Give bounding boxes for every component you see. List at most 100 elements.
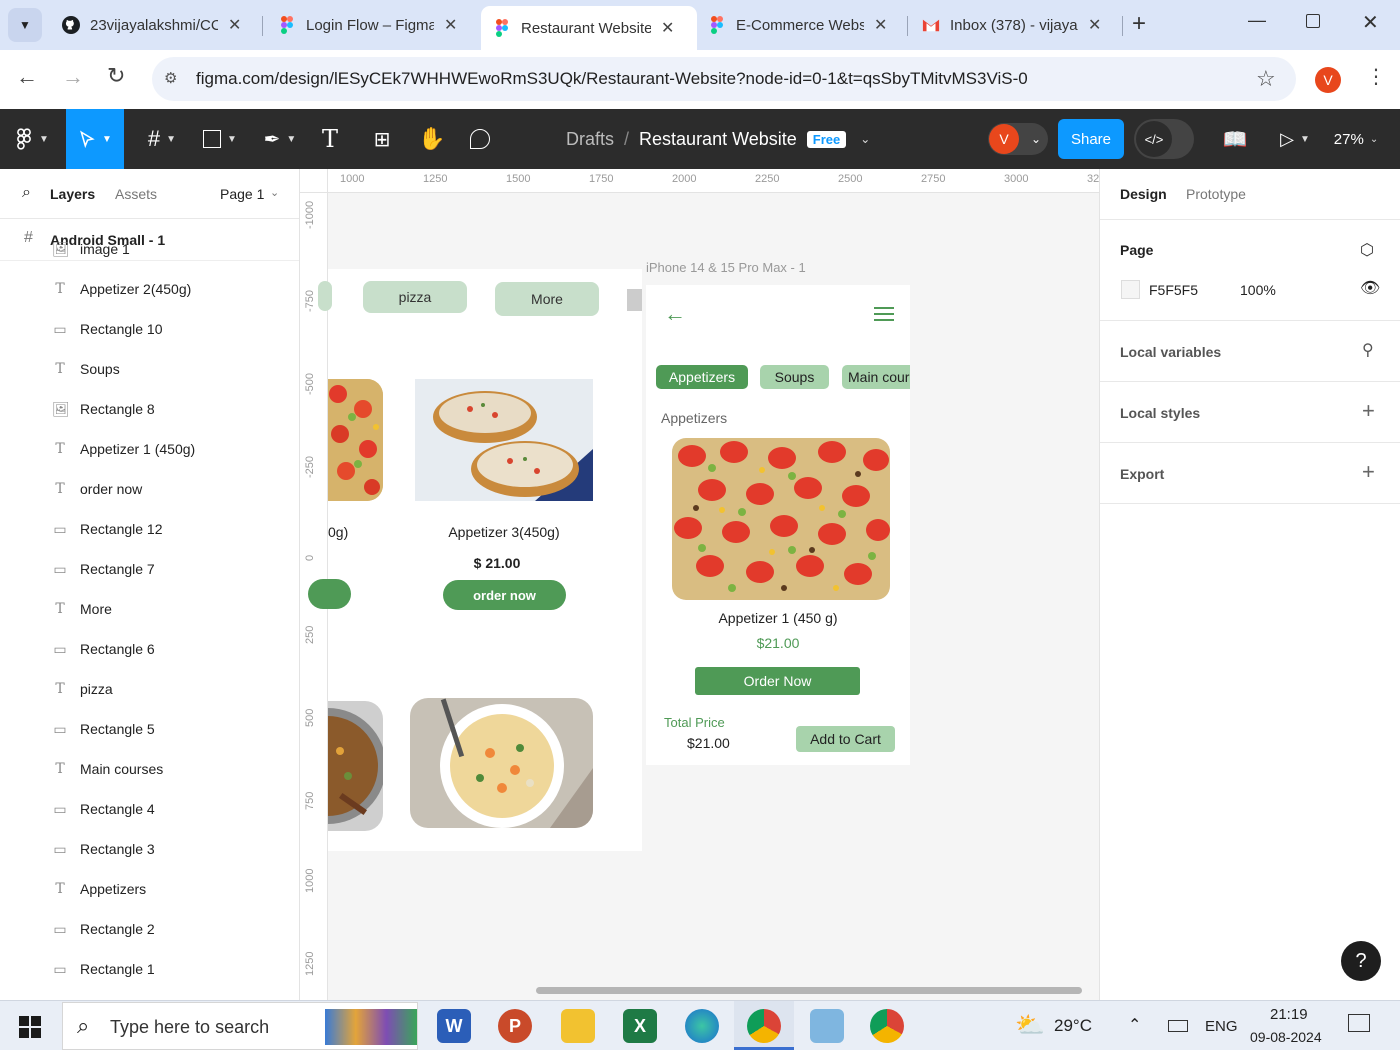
layer-row[interactable]: ▭ Rectangle 2 xyxy=(0,909,299,949)
avatar-chevron-icon[interactable]: ⌄ xyxy=(1031,132,1041,146)
layer-row[interactable]: T Soups xyxy=(0,349,299,389)
text-tool-button[interactable]: T xyxy=(312,109,348,169)
add-to-cart-button[interactable]: Add to Cart xyxy=(796,726,895,752)
category-chip-partial[interactable] xyxy=(318,281,332,311)
close-tab-icon[interactable]: ✕ xyxy=(874,15,887,35)
clock-time[interactable]: 21:19 xyxy=(1270,1006,1308,1023)
close-tab-icon[interactable]: ✕ xyxy=(1088,15,1101,35)
layer-row[interactable]: 🖼 Rectangle 8 xyxy=(0,389,299,429)
help-button[interactable]: ? xyxy=(1341,941,1381,981)
page-selector[interactable]: Page 1 xyxy=(220,186,264,202)
layer-row[interactable]: ▭ Rectangle 12 xyxy=(0,509,299,549)
page-opacity[interactable]: 100% xyxy=(1240,282,1276,298)
search-icon[interactable]: ⌕ xyxy=(22,184,31,202)
tab-ecommerce[interactable]: E-Commerce Website ✕ xyxy=(696,8,899,42)
tab-main-courses[interactable]: Main cour xyxy=(842,365,910,389)
profile-avatar[interactable]: V xyxy=(1315,67,1341,93)
local-variables-section[interactable]: Local variables ⚲ xyxy=(1100,321,1400,382)
file-explorer-icon[interactable] xyxy=(561,1009,595,1043)
file-menu-chevron-icon[interactable]: ⌄ xyxy=(860,132,870,146)
weather-icon[interactable]: ⛅ xyxy=(1015,1011,1045,1040)
edge-icon[interactable] xyxy=(685,1009,719,1043)
user-avatar[interactable]: V xyxy=(989,124,1019,154)
layer-row[interactable]: T Appetizer 1 (450g) xyxy=(0,429,299,469)
tab-restaurant-website[interactable]: Restaurant Website ✕ xyxy=(481,6,697,50)
order-now-button[interactable]: order now xyxy=(443,580,566,610)
tab-search-chevron-icon[interactable]: ▼ xyxy=(8,8,42,42)
restore-icon[interactable] xyxy=(1306,14,1320,28)
eye-icon[interactable]: 👁 xyxy=(1360,278,1380,298)
tab-prototype[interactable]: Prototype xyxy=(1186,186,1246,202)
forward-arrow-icon[interactable]: → xyxy=(62,64,84,90)
page-color-swatch[interactable] xyxy=(1121,280,1140,299)
tab-soups[interactable]: Soups xyxy=(760,365,829,389)
resources-button[interactable]: ⊞ xyxy=(364,109,400,169)
bookmark-star-icon[interactable]: ☆ xyxy=(1256,66,1276,92)
move-tool-button[interactable]: ▼ xyxy=(66,109,124,169)
zoom-menu[interactable]: 27% ⌄ xyxy=(1328,109,1384,169)
chrome-active-slot[interactable] xyxy=(734,1001,794,1050)
layer-row[interactable]: Torder now xyxy=(0,469,299,509)
export-section[interactable]: Export + xyxy=(1100,443,1400,504)
notifications-icon[interactable] xyxy=(1348,1014,1370,1032)
word-icon[interactable]: W xyxy=(437,1009,471,1043)
comment-tool-button[interactable] xyxy=(462,109,498,169)
tab-assets[interactable]: Assets xyxy=(115,186,157,202)
tab-github[interactable]: 23vijayalakshmi/CC ✕ xyxy=(50,8,253,42)
tab-appetizers[interactable]: Appetizers xyxy=(656,365,748,389)
file-name[interactable]: Restaurant Website xyxy=(639,129,797,150)
windows-start-icon[interactable] xyxy=(19,1016,41,1038)
local-styles-section[interactable]: Local styles + xyxy=(1100,382,1400,443)
category-chip-pizza[interactable]: pizza xyxy=(363,281,467,313)
battery-icon[interactable] xyxy=(1168,1020,1188,1032)
layer-row[interactable]: T Main courses xyxy=(0,749,299,789)
reload-icon[interactable]: ↻ xyxy=(107,63,125,89)
language-indicator[interactable]: ENG xyxy=(1205,1018,1238,1035)
layer-row[interactable]: T Appetizers xyxy=(0,869,299,909)
tab-layers[interactable]: Layers xyxy=(50,186,95,202)
order-now-button[interactable]: Order Now xyxy=(695,667,860,695)
clock-date[interactable]: 09-08-2024 xyxy=(1250,1029,1322,1045)
layer-row[interactable]: ▭ Rectangle 4 xyxy=(0,789,299,829)
add-export-plus-icon[interactable]: + xyxy=(1362,459,1375,485)
order-button-partial[interactable] xyxy=(308,579,351,609)
layer-row[interactable]: ▭ Rectangle 5 xyxy=(0,709,299,749)
hamburger-menu-icon[interactable] xyxy=(874,307,894,321)
present-button[interactable]: ▷ ▼ xyxy=(1272,109,1318,169)
chrome-profile-icon[interactable] xyxy=(870,1009,904,1043)
site-settings-icon[interactable]: ⚙ xyxy=(164,69,177,87)
layer-row[interactable]: T Appetizer 2(450g) xyxy=(0,269,299,309)
hand-tool-button[interactable]: ✋ xyxy=(414,109,450,169)
layer-row[interactable]: ▭ Rectangle 10 xyxy=(0,309,299,349)
close-tab-icon[interactable]: ✕ xyxy=(228,15,241,35)
close-window-icon[interactable]: ✕ xyxy=(1362,10,1379,35)
layer-row[interactable]: ▭ Rectangle 7 xyxy=(0,549,299,589)
tab-gmail[interactable]: Inbox (378) - vijaya ✕ xyxy=(910,8,1113,42)
iphone-frame[interactable]: ← Appetizers Soups Main cour Appetizers xyxy=(646,285,910,765)
frame-label[interactable]: iPhone 14 & 15 Pro Max - 1 xyxy=(646,260,806,275)
close-tab-icon[interactable]: ✕ xyxy=(661,18,674,38)
add-style-plus-icon[interactable]: + xyxy=(1362,398,1375,424)
back-arrow-icon[interactable]: ← xyxy=(664,301,686,327)
frame-tool-button[interactable]: # ▼ xyxy=(138,109,186,169)
page-chevron-icon[interactable]: ⌄ xyxy=(270,186,279,199)
design-canvas[interactable]: 1000 1250 1500 1750 2000 2250 2500 2750 3000 32 -… xyxy=(300,169,1099,1000)
back-arrow-icon[interactable]: ← xyxy=(16,64,38,90)
url-field[interactable]: ⚙ figma.com/design/lESyCEk7WHHWEwoRmS3UQ… xyxy=(152,57,1296,101)
weather-temp[interactable]: 29°C xyxy=(1054,1016,1092,1036)
android-frame[interactable]: pizza More 0g) Appetizer 3(450g) $ 21.00… xyxy=(308,269,642,851)
tab-login-flow[interactable]: Login Flow – Figma ✕ xyxy=(266,8,469,42)
share-button[interactable]: Share xyxy=(1058,119,1124,159)
layer-row[interactable]: Tpizza xyxy=(0,669,299,709)
pen-tool-button[interactable]: ✒ ▼ xyxy=(256,109,304,169)
shape-tool-button[interactable]: ▼ xyxy=(196,109,244,169)
powerpoint-icon[interactable]: P xyxy=(498,1009,532,1043)
browser-menu-icon[interactable]: ⋮ xyxy=(1366,64,1386,89)
horizontal-scrollbar[interactable] xyxy=(536,987,1082,994)
notepad-icon[interactable] xyxy=(810,1009,844,1043)
breadcrumb-drafts[interactable]: Drafts xyxy=(566,129,614,150)
close-tab-icon[interactable]: ✕ xyxy=(444,15,457,35)
new-tab-icon[interactable]: + xyxy=(1132,10,1146,38)
multiplayer-avatars[interactable]: V ⌄ xyxy=(988,123,1048,155)
layer-row[interactable]: T More xyxy=(0,589,299,629)
